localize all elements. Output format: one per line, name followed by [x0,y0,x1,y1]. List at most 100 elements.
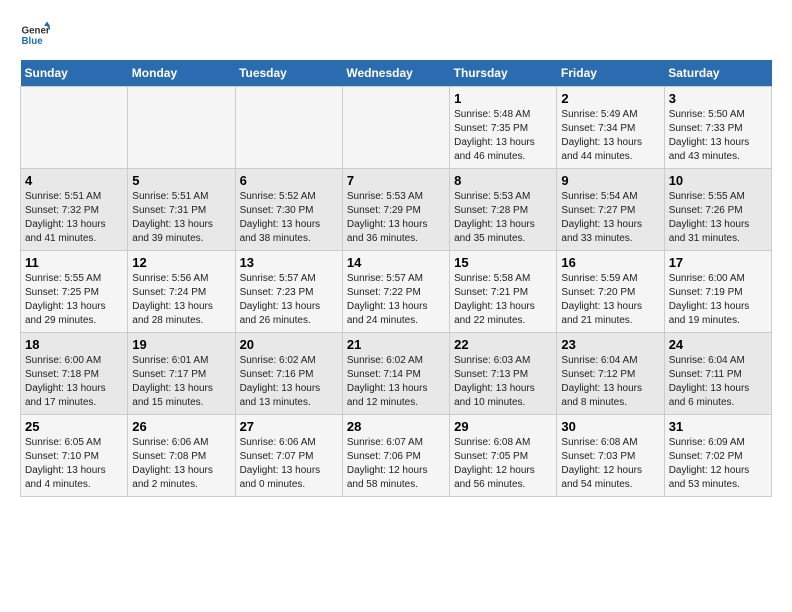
day-cell [21,87,128,169]
day-number: 5 [132,173,230,188]
day-number: 6 [240,173,338,188]
day-number: 25 [25,419,123,434]
day-info: Sunrise: 5:54 AM Sunset: 7:27 PM Dayligh… [561,190,659,246]
day-number: 31 [669,419,767,434]
day-number: 21 [347,337,445,352]
day-cell: 24 Sunrise: 6:04 AM Sunset: 7:11 PM Dayli… [664,333,771,415]
week-row-5: 25 Sunrise: 6:05 AM Sunset: 7:10 PM Dayli… [21,415,772,497]
day-cell: 31 Sunrise: 6:09 AM Sunset: 7:02 PM Dayli… [664,415,771,497]
day-cell: 7 Sunrise: 5:53 AM Sunset: 7:29 PM Daylig… [342,169,449,251]
header-cell-thursday: Thursday [450,60,557,87]
day-info: Sunrise: 6:01 AM Sunset: 7:17 PM Dayligh… [132,354,230,410]
day-cell: 1Sunrise: 5:48 AM Sunset: 7:35 PM Daylig… [450,87,557,169]
day-cell: 27Sunrise: 6:06 AM Sunset: 7:07 PM Dayli… [235,415,342,497]
day-info: Sunrise: 5:53 AM Sunset: 7:29 PM Dayligh… [347,190,445,246]
svg-text:Blue: Blue [22,36,44,47]
day-number: 29 [454,419,552,434]
day-info: Sunrise: 5:53 AM Sunset: 7:28 PM Dayligh… [454,190,552,246]
week-row-4: 18Sunrise: 6:00 AM Sunset: 7:18 PM Dayli… [21,333,772,415]
day-info: Sunrise: 5:55 AM Sunset: 7:25 PM Dayligh… [25,272,123,328]
day-cell: 18Sunrise: 6:00 AM Sunset: 7:18 PM Dayli… [21,333,128,415]
day-cell: 28 Sunrise: 6:07 AM Sunset: 7:06 PM Dayli… [342,415,449,497]
day-number: 20 [240,337,338,352]
header-cell-friday: Friday [557,60,664,87]
day-cell [342,87,449,169]
day-number: 22 [454,337,552,352]
day-info: Sunrise: 5:57 AM Sunset: 7:23 PM Dayligh… [240,272,338,328]
day-info: Sunrise: 6:04 AM Sunset: 7:11 PM Dayligh… [669,354,767,410]
header-row: SundayMondayTuesdayWednesdayThursdayFrid… [21,60,772,87]
day-info: Sunrise: 5:50 AM Sunset: 7:33 PM Dayligh… [669,108,767,164]
day-cell: 25 Sunrise: 6:05 AM Sunset: 7:10 PM Dayli… [21,415,128,497]
day-number: 10 [669,173,767,188]
day-number: 17 [669,255,767,270]
logo: General Blue [20,20,54,50]
day-info: Sunrise: 5:59 AM Sunset: 7:20 PM Dayligh… [561,272,659,328]
day-number: 30 [561,419,659,434]
day-number: 13 [240,255,338,270]
day-number: 9 [561,173,659,188]
day-cell: 30 Sunrise: 6:08 AM Sunset: 7:03 PM Dayli… [557,415,664,497]
day-cell: 20 Sunrise: 6:02 AM Sunset: 7:16 PM Dayli… [235,333,342,415]
header-cell-wednesday: Wednesday [342,60,449,87]
day-number: 14 [347,255,445,270]
day-cell: 5 Sunrise: 5:51 AM Sunset: 7:31 PM Daylig… [128,169,235,251]
week-row-1: 1Sunrise: 5:48 AM Sunset: 7:35 PM Daylig… [21,87,772,169]
day-info: Sunrise: 5:51 AM Sunset: 7:31 PM Dayligh… [132,190,230,246]
day-cell: 19Sunrise: 6:01 AM Sunset: 7:17 PM Dayli… [128,333,235,415]
svg-text:General: General [22,26,51,37]
day-number: 12 [132,255,230,270]
day-info: Sunrise: 5:57 AM Sunset: 7:22 PM Dayligh… [347,272,445,328]
page-header: General Blue [20,20,772,50]
day-cell: 26Sunrise: 6:06 AM Sunset: 7:08 PM Dayli… [128,415,235,497]
day-cell: 12 Sunrise: 5:56 AM Sunset: 7:24 PM Dayli… [128,251,235,333]
day-info: Sunrise: 6:07 AM Sunset: 7:06 PM Dayligh… [347,436,445,492]
day-info: Sunrise: 6:04 AM Sunset: 7:12 PM Dayligh… [561,354,659,410]
day-cell: 15Sunrise: 5:58 AM Sunset: 7:21 PM Dayli… [450,251,557,333]
day-info: Sunrise: 6:06 AM Sunset: 7:08 PM Dayligh… [132,436,230,492]
day-info: Sunrise: 6:08 AM Sunset: 7:03 PM Dayligh… [561,436,659,492]
day-info: Sunrise: 6:00 AM Sunset: 7:19 PM Dayligh… [669,272,767,328]
day-info: Sunrise: 6:03 AM Sunset: 7:13 PM Dayligh… [454,354,552,410]
day-info: Sunrise: 6:09 AM Sunset: 7:02 PM Dayligh… [669,436,767,492]
day-number: 2 [561,91,659,106]
day-info: Sunrise: 5:49 AM Sunset: 7:34 PM Dayligh… [561,108,659,164]
day-cell: 8 Sunrise: 5:53 AM Sunset: 7:28 PM Daylig… [450,169,557,251]
header-cell-monday: Monday [128,60,235,87]
day-info: Sunrise: 5:48 AM Sunset: 7:35 PM Dayligh… [454,108,552,164]
day-info: Sunrise: 5:55 AM Sunset: 7:26 PM Dayligh… [669,190,767,246]
day-cell: 3 Sunrise: 5:50 AM Sunset: 7:33 PM Daylig… [664,87,771,169]
day-cell [235,87,342,169]
day-info: Sunrise: 5:51 AM Sunset: 7:32 PM Dayligh… [25,190,123,246]
day-cell: 13 Sunrise: 5:57 AM Sunset: 7:23 PM Dayli… [235,251,342,333]
day-cell: 21 Sunrise: 6:02 AM Sunset: 7:14 PM Dayli… [342,333,449,415]
day-cell: 4Sunrise: 5:51 AM Sunset: 7:32 PM Daylig… [21,169,128,251]
day-number: 16 [561,255,659,270]
day-cell: 10 Sunrise: 5:55 AM Sunset: 7:26 PM Dayli… [664,169,771,251]
calendar-body: 1Sunrise: 5:48 AM Sunset: 7:35 PM Daylig… [21,87,772,497]
day-info: Sunrise: 5:52 AM Sunset: 7:30 PM Dayligh… [240,190,338,246]
day-number: 24 [669,337,767,352]
calendar-table: SundayMondayTuesdayWednesdayThursdayFrid… [20,60,772,497]
day-cell: 11 Sunrise: 5:55 AM Sunset: 7:25 PM Dayli… [21,251,128,333]
day-info: Sunrise: 6:02 AM Sunset: 7:16 PM Dayligh… [240,354,338,410]
day-info: Sunrise: 6:05 AM Sunset: 7:10 PM Dayligh… [25,436,123,492]
header-cell-tuesday: Tuesday [235,60,342,87]
day-number: 23 [561,337,659,352]
day-cell: 22 Sunrise: 6:03 AM Sunset: 7:13 PM Dayli… [450,333,557,415]
day-number: 11 [25,255,123,270]
day-number: 28 [347,419,445,434]
header-cell-saturday: Saturday [664,60,771,87]
header-cell-sunday: Sunday [21,60,128,87]
day-info: Sunrise: 5:56 AM Sunset: 7:24 PM Dayligh… [132,272,230,328]
day-number: 3 [669,91,767,106]
day-cell: 9 Sunrise: 5:54 AM Sunset: 7:27 PM Daylig… [557,169,664,251]
day-number: 27 [240,419,338,434]
day-number: 7 [347,173,445,188]
day-cell: 29 Sunrise: 6:08 AM Sunset: 7:05 PM Dayli… [450,415,557,497]
day-cell: 14 Sunrise: 5:57 AM Sunset: 7:22 PM Dayli… [342,251,449,333]
day-info: Sunrise: 6:02 AM Sunset: 7:14 PM Dayligh… [347,354,445,410]
day-number: 8 [454,173,552,188]
day-info: Sunrise: 6:08 AM Sunset: 7:05 PM Dayligh… [454,436,552,492]
day-number: 15 [454,255,552,270]
